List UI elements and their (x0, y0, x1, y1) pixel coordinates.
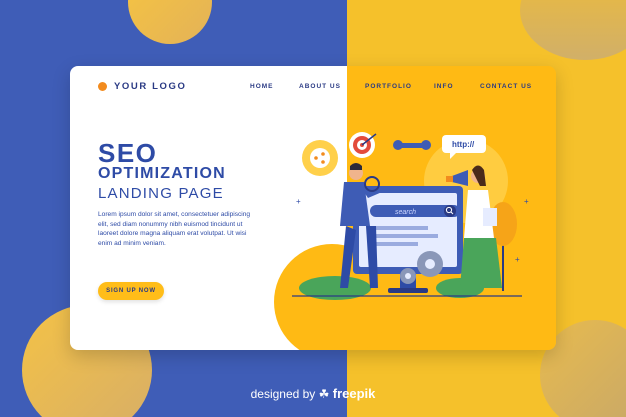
landing-card: + + + search http:// YOUR LOGO HOME ABOU… (70, 66, 556, 350)
seo-illustration: + + + search http:// (274, 132, 529, 350)
logo-text: YOUR LOGO (114, 81, 187, 92)
hero-title-line2: OPTIMIZATION (98, 165, 226, 182)
nav-about-us[interactable]: ABOUT US (299, 83, 341, 90)
share-icon (310, 148, 330, 168)
freepik-logo-icon: ☘ (318, 387, 330, 401)
nav-portfolio[interactable]: PORTFOLIO (365, 83, 412, 90)
logo-dot-icon (98, 82, 107, 91)
http-bubble-text: http:// (452, 140, 475, 149)
hero-description: Lorem ipsum dolor sit amet, consectetuer… (98, 211, 251, 247)
svg-text:+: + (515, 255, 520, 264)
sign-up-button[interactable]: SIGN UP NOW (98, 282, 164, 300)
logo[interactable]: YOUR LOGO (98, 81, 186, 92)
svg-text:+: + (296, 197, 301, 206)
nav-contact-us[interactable]: CONTACT US (480, 83, 532, 90)
nav-info[interactable]: INFO (434, 83, 454, 90)
svg-text:+: + (524, 197, 529, 206)
hero-title-line3: LANDING PAGE (98, 185, 224, 202)
nav-home[interactable]: HOME (250, 83, 274, 90)
credit-brand[interactable]: freepik (333, 386, 376, 401)
search-bar-label: search (395, 209, 416, 216)
search-icon (444, 205, 456, 217)
footer-credit: designed by ☘ freepik (0, 386, 626, 401)
credit-prefix: designed by (250, 387, 316, 401)
